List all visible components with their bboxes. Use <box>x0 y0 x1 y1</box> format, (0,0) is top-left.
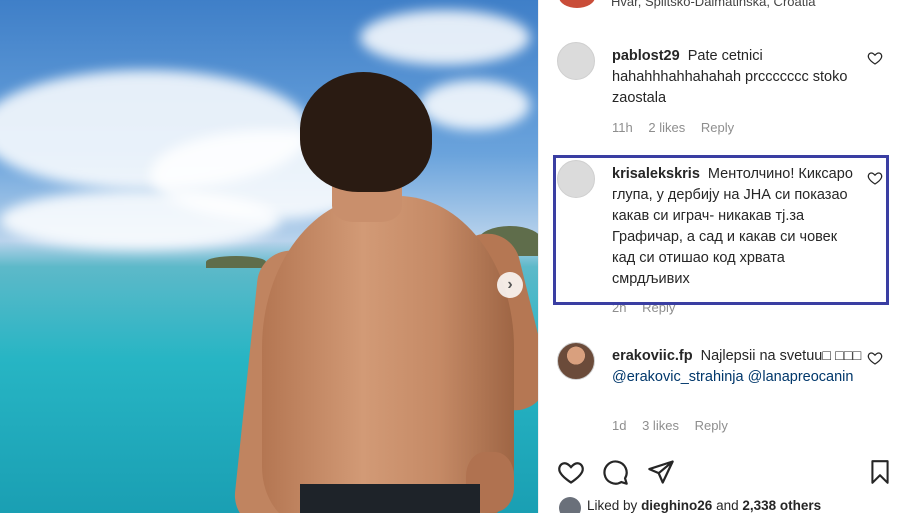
comment-icon[interactable] <box>601 458 629 486</box>
avatar[interactable] <box>557 342 595 380</box>
heart-icon[interactable] <box>867 350 883 366</box>
avatar[interactable] <box>559 497 581 513</box>
comments-panel: Hvar, Splitsko-Dalmatinska, Croatia pabl… <box>538 0 906 513</box>
comment-text: erakoviic.fp Najlepsii na svetuu□ □□□ @e… <box>612 346 864 388</box>
comment-meta: 1d 3 likes Reply <box>612 418 740 433</box>
heart-icon[interactable] <box>867 50 883 66</box>
liked-by-user[interactable]: dieghino26 <box>641 498 712 513</box>
comment-item: erakoviic.fp Najlepsii na svetuu□ □□□ @e… <box>557 342 897 442</box>
comment-likes[interactable]: 3 likes <box>642 418 679 433</box>
comment-body: Najlepsii na svetuu□ □□□ <box>700 348 862 364</box>
cloud <box>360 10 530 65</box>
liked-by-prefix: Liked by <box>587 498 638 513</box>
comment-item: pablost29 Pate cetnici hahahhhahhahahah … <box>557 42 897 142</box>
comment-likes[interactable]: 2 likes <box>648 120 685 135</box>
liked-by: Liked by dieghino26 and 2,338 others <box>587 498 821 513</box>
cloud <box>420 80 530 130</box>
mention-link[interactable]: @erakovic_strahinja <box>612 369 744 385</box>
avatar[interactable] <box>557 42 595 80</box>
person-hair <box>300 72 432 192</box>
reply-button[interactable]: Reply <box>701 120 734 135</box>
post-photo[interactable]: › <box>0 0 538 513</box>
comment-username[interactable]: erakoviic.fp <box>612 348 693 364</box>
avatar[interactable] <box>559 0 595 8</box>
heart-icon[interactable] <box>557 458 585 486</box>
highlight-box <box>553 155 889 305</box>
comment-text: pablost29 Pate cetnici hahahhhahhahahah … <box>612 46 864 109</box>
send-icon[interactable] <box>647 458 675 486</box>
action-bar <box>557 458 893 488</box>
liked-by-and: and <box>716 498 739 513</box>
comment-time: 11h <box>612 120 633 135</box>
mention-link[interactable]: @lanapreocanin <box>748 369 854 385</box>
comment-time: 1d <box>612 418 627 433</box>
comment-username[interactable]: pablost29 <box>612 48 680 64</box>
liked-by-others[interactable]: 2,338 others <box>742 498 821 513</box>
island <box>206 256 266 268</box>
bookmark-icon[interactable] <box>867 458 893 486</box>
cloud <box>0 190 280 250</box>
post-location[interactable]: Hvar, Splitsko-Dalmatinska, Croatia <box>611 0 815 9</box>
reply-button[interactable]: Reply <box>695 418 728 433</box>
chevron-right-icon[interactable]: › <box>497 272 523 298</box>
comment-meta: 11h 2 likes Reply <box>612 120 746 135</box>
person-shorts <box>300 484 480 513</box>
